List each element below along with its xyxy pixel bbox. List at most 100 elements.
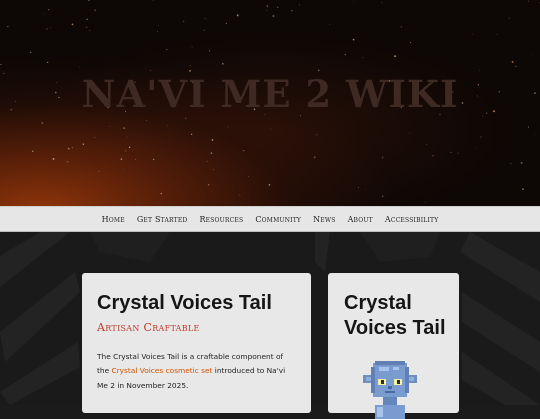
star: [109, 126, 111, 127]
star: [50, 26, 52, 28]
nav-home[interactable]: Home: [102, 215, 125, 224]
star: [432, 154, 434, 157]
star: [213, 168, 214, 170]
nav-get-started[interactable]: Get Started: [137, 215, 188, 224]
star: [476, 146, 477, 148]
site-header: NA'VI ME 2 WIKI: [0, 0, 540, 206]
star: [227, 126, 229, 128]
main-nav: Home Get Started Resources Community New…: [0, 206, 540, 232]
star: [157, 31, 159, 33]
star: [123, 168, 125, 170]
article-title: Crystal Voices Tail: [97, 292, 272, 314]
star: [204, 17, 206, 20]
star: [191, 46, 193, 48]
star: [166, 125, 168, 126]
star: [410, 42, 412, 44]
star: [243, 150, 245, 152]
star: [352, 38, 355, 41]
star: [508, 17, 510, 19]
star: [381, 2, 383, 4]
star: [88, 0, 90, 1]
star: [123, 127, 126, 130]
star: [135, 158, 137, 160]
star: [41, 122, 44, 124]
star: [146, 120, 147, 121]
star: [353, 1, 354, 2]
star: [534, 133, 536, 135]
star: [152, 0, 154, 1]
star: [32, 150, 34, 152]
infobox-card: Crystal Voices Tail: [328, 273, 459, 419]
star: [480, 136, 482, 138]
star: [71, 146, 74, 149]
star: [382, 195, 384, 197]
star: [46, 28, 48, 30]
star: [120, 158, 123, 160]
article-card: Crystal Voices Tail Artisan Craftable Th…: [82, 273, 311, 413]
star: [236, 14, 239, 17]
star: [206, 160, 208, 162]
star: [209, 50, 211, 52]
star: [211, 139, 214, 141]
star: [496, 33, 498, 35]
star: [89, 29, 91, 31]
star: [185, 117, 187, 119]
star: [7, 25, 9, 28]
star: [479, 69, 481, 71]
star: [78, 198, 80, 199]
star: [152, 158, 155, 161]
star: [266, 10, 268, 12]
star: [344, 54, 346, 56]
star: [400, 26, 402, 28]
site-title[interactable]: NA'VI ME 2 WIKI: [0, 72, 540, 116]
star: [207, 184, 210, 186]
star: [530, 53, 532, 55]
star: [426, 143, 428, 145]
infobox-title: Crystal Voices Tail: [344, 292, 446, 339]
star: [515, 65, 517, 67]
star: [313, 156, 316, 159]
star: [126, 136, 128, 138]
star: [128, 146, 131, 149]
nav-about[interactable]: About: [348, 215, 373, 224]
star: [272, 15, 275, 17]
star: [277, 6, 279, 8]
star: [358, 187, 359, 188]
nav-accessibility[interactable]: Accessibility: [385, 215, 439, 224]
star: [457, 152, 459, 154]
star: [67, 147, 70, 150]
nav-resources[interactable]: Resources: [199, 215, 243, 224]
star: [189, 65, 191, 66]
star: [203, 29, 205, 31]
nav-community[interactable]: Community: [255, 215, 301, 224]
star: [317, 69, 320, 72]
star: [210, 152, 213, 154]
star: [381, 156, 384, 159]
star: [221, 62, 224, 65]
star: [94, 9, 97, 12]
star: [166, 48, 168, 51]
star: [125, 150, 127, 152]
star: [30, 51, 32, 54]
star: [47, 61, 49, 63]
star: [527, 126, 529, 128]
star: [522, 188, 524, 191]
star: [150, 69, 152, 71]
star: [528, 0, 530, 2]
star: [510, 163, 512, 165]
star: [82, 143, 85, 145]
star: [291, 10, 293, 12]
article-subtitle: Artisan Craftable: [97, 321, 200, 334]
star: [538, 2, 540, 4]
star: [48, 9, 50, 11]
star: [66, 160, 69, 163]
star: [409, 132, 411, 134]
star: [266, 5, 268, 7]
star: [270, 128, 272, 130]
nav-news[interactable]: News: [313, 215, 335, 224]
star: [86, 18, 88, 21]
crystal-voices-set-link[interactable]: Crystal Voices cosmetic set: [111, 366, 212, 375]
star: [394, 55, 397, 58]
star: [248, 176, 249, 177]
star: [298, 4, 301, 6]
